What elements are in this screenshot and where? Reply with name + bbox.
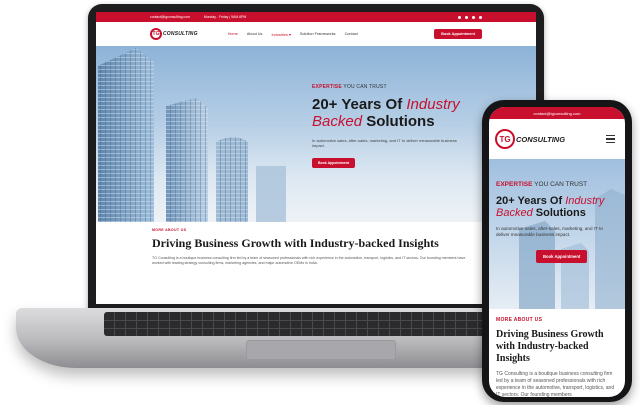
mobile-hero-title: 20+ Years Of Industry Backed Solutions: [496, 195, 605, 219]
twitter-icon[interactable]: [465, 15, 468, 19]
logo-text: CONSULTING: [163, 31, 198, 37]
hero-section: EXPERTISE YOU CAN TRUST 20+ Years Of Ind…: [96, 46, 536, 222]
mobile-site-logo[interactable]: TG CONSULTING: [495, 129, 565, 149]
mobile-hero-eyebrow: EXPERTISE YOU CAN TRUST: [496, 181, 588, 188]
hamburger-menu-icon[interactable]: [606, 134, 615, 144]
mobile-about-body: TG Consulting is a boutique business con…: [496, 371, 615, 397]
nav-industries[interactable]: Industries ▾: [271, 32, 290, 37]
mobile-top-bar: contact@tgconsulting.com: [489, 107, 625, 119]
nav-solution-frameworks[interactable]: Solution Frameworks: [300, 32, 336, 37]
social-links: [458, 15, 482, 19]
linkedin-icon[interactable]: [479, 15, 482, 19]
nav-home[interactable]: Home: [228, 32, 238, 37]
about-body: TG Consulting is a boutique business con…: [152, 256, 466, 265]
mobile-logo-mark: TG: [495, 129, 515, 149]
mobile-hero-section: EXPERTISE YOU CAN TRUST 20+ Years Of Ind…: [489, 159, 625, 309]
nav-about-us[interactable]: About Us: [247, 32, 263, 37]
hero-eyebrow: EXPERTISE YOU CAN TRUST: [312, 84, 387, 90]
hero-book-appointment-button[interactable]: Book Appointment: [312, 158, 356, 168]
book-appointment-button[interactable]: Book Appointment: [434, 29, 482, 39]
mobile-top-email[interactable]: contact@tgconsulting.com: [534, 111, 581, 116]
laptop-screen: contact@tgconsulting.com Monday - Friday…: [96, 12, 536, 304]
mobile-hero-content: EXPERTISE YOU CAN TRUST 20+ Years Of Ind…: [496, 181, 620, 263]
mobile-about-section: MORE ABOUT US Driving Business Growth wi…: [489, 309, 625, 397]
skyscrapers-image: [98, 48, 286, 222]
logo-mark: TG: [150, 28, 162, 40]
site-logo[interactable]: TG CONSULTING: [150, 28, 198, 40]
about-tag: MORE ABOUT US: [152, 228, 187, 232]
about-title: Driving Business Growth with Industry-ba…: [152, 236, 439, 250]
about-section: MORE ABOUT US Driving Business Growth wi…: [96, 222, 536, 266]
top-email[interactable]: contact@tgconsulting.com: [150, 15, 190, 19]
mobile-logo-text: CONSULTING: [516, 134, 566, 144]
mobile-about-title: Driving Business Growth with Industry-ba…: [496, 329, 604, 364]
facebook-icon[interactable]: [458, 15, 461, 19]
top-info-bar: contact@tgconsulting.com Monday - Friday…: [96, 12, 536, 22]
site-header: TG CONSULTING Home About Us Industries ▾…: [96, 22, 536, 46]
phone-screen: contact@tgconsulting.com TG CONSULTING E…: [489, 107, 625, 397]
mobile-about-tag: MORE ABOUT US: [496, 317, 543, 323]
laptop-trackpad: [246, 340, 396, 360]
laptop-keyboard: [104, 312, 534, 336]
mobile-header: TG CONSULTING: [489, 119, 625, 159]
mobile-hero-description: In automotive sales, after-sales, market…: [496, 226, 603, 237]
hero-description: In automotive sales, after-sales, market…: [312, 138, 457, 148]
instagram-icon[interactable]: [472, 15, 475, 19]
nav-contact[interactable]: Contact: [345, 32, 358, 37]
main-nav: Home About Us Industries ▾ Solution Fram…: [228, 32, 358, 37]
top-hours: Monday - Friday | 9AM-6PM: [203, 15, 247, 19]
mobile-book-appointment-button[interactable]: Book Appointment: [536, 250, 588, 263]
